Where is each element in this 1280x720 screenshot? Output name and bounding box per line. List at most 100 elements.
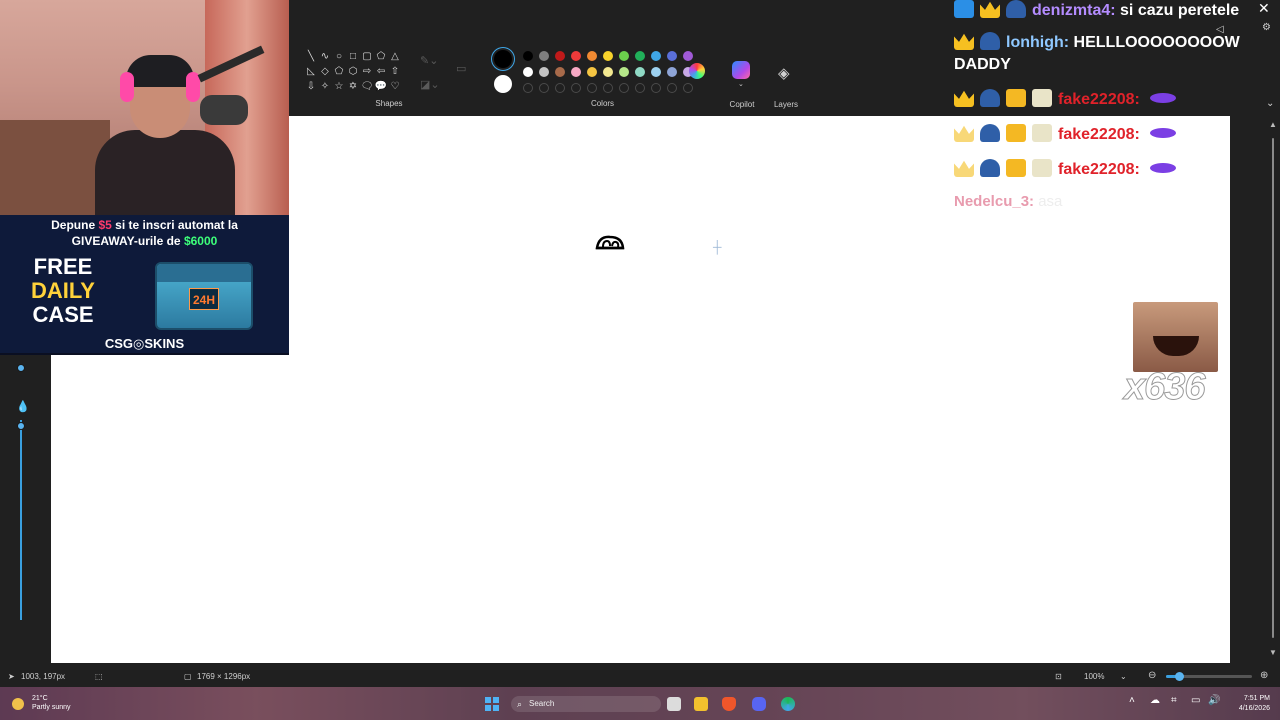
custom-color-slot[interactable] — [523, 83, 533, 93]
right-arrow-shape-icon[interactable]: ⇨ — [360, 65, 374, 79]
color-swatch[interactable] — [555, 51, 565, 61]
color-swatch[interactable] — [587, 51, 597, 61]
color-swatch[interactable] — [603, 67, 613, 77]
tray-chevron-icon[interactable]: ˄ — [1129, 695, 1135, 706]
custom-color-slot[interactable] — [603, 83, 613, 93]
color-swatch[interactable] — [603, 51, 613, 61]
windows-start-icon[interactable] — [485, 697, 499, 711]
scroll-thumb[interactable] — [1272, 138, 1274, 638]
color-swatch[interactable] — [555, 67, 565, 77]
color-swatch[interactable] — [635, 51, 645, 61]
diamond-shape-icon[interactable]: ◇ — [318, 65, 332, 79]
pentagon-shape-icon[interactable]: ⬠ — [332, 65, 346, 79]
scroll-up-icon[interactable]: ▲ — [1269, 120, 1277, 129]
color-swatch[interactable] — [539, 67, 549, 77]
curve-shape-icon[interactable]: ∿ — [318, 50, 332, 64]
shapes-gallery[interactable]: ╲ ∿ ○ □ ▢ ⬠ △ ◺ ◇ ⬠ ⬡ ⇨ ⇦ ⇧ ⇩ ✧ ☆ ✡ 🗨 💬 — [304, 50, 402, 94]
line-shape-icon[interactable]: ╲ — [304, 50, 318, 64]
brave-browser-icon[interactable] — [722, 697, 736, 711]
custom-color-slot[interactable] — [619, 83, 629, 93]
custom-color-slot[interactable] — [667, 83, 677, 93]
zoom-level-select[interactable]: 100% — [1084, 672, 1104, 681]
chat-collapse-chevron-icon[interactable]: ⌄ — [1266, 98, 1274, 109]
color-swatch[interactable] — [667, 51, 677, 61]
four-point-star-shape-icon[interactable]: ✧ — [318, 80, 332, 94]
color-swatch[interactable] — [571, 51, 581, 61]
triangle-shape-icon[interactable]: △ — [388, 50, 402, 64]
rounded-rectangle-shape-icon[interactable]: ▢ — [360, 50, 374, 64]
color-swatch[interactable] — [619, 51, 629, 61]
fill-icon[interactable]: ◪⌄ — [420, 78, 440, 91]
slider-knob[interactable] — [17, 422, 25, 430]
file-explorer-icon[interactable] — [694, 697, 708, 711]
chat-settings-icon[interactable]: ⚙ — [1262, 22, 1271, 33]
custom-color-slot[interactable] — [571, 83, 581, 93]
down-arrow-shape-icon[interactable]: ⇩ — [304, 80, 318, 94]
fit-to-window-icon[interactable]: ⊡ — [1055, 672, 1062, 681]
discord-icon[interactable] — [752, 697, 766, 711]
five-point-star-shape-icon[interactable]: ☆ — [332, 80, 346, 94]
shapes-more-icon[interactable]: ▭ — [456, 62, 466, 75]
outline-icon[interactable]: ✎⌄ — [420, 54, 438, 67]
custom-color-slot[interactable] — [635, 83, 645, 93]
zoom-dropdown-icon[interactable]: ⌄ — [1120, 672, 1127, 681]
hexagon-shape-icon[interactable]: ⬡ — [346, 65, 360, 79]
custom-color-slot[interactable] — [651, 83, 661, 93]
six-point-star-shape-icon[interactable]: ✡ — [346, 80, 360, 94]
chat-username: fake22208: — [1058, 91, 1140, 108]
opacity-drop-icon: 💧 — [16, 401, 30, 413]
color-swatch[interactable] — [539, 51, 549, 61]
scroll-down-icon[interactable]: ▼ — [1269, 648, 1277, 657]
color-swatch[interactable] — [523, 51, 533, 61]
custom-color-slot[interactable] — [555, 83, 565, 93]
volume-icon[interactable]: 🔊 — [1208, 695, 1220, 706]
edge-browser-icon[interactable] — [781, 697, 795, 711]
primary-color-swatch[interactable] — [494, 50, 512, 68]
heart-shape-icon[interactable]: ♡ — [388, 80, 402, 94]
zoom-in-icon[interactable]: ⊕ — [1260, 670, 1268, 681]
color-swatch[interactable] — [571, 67, 581, 77]
color-swatch[interactable] — [651, 51, 661, 61]
color-swatch[interactable] — [619, 67, 629, 77]
polygon-shape-icon[interactable]: ⬠ — [374, 50, 388, 64]
color-swatch[interactable] — [587, 67, 597, 77]
zoom-slider-knob[interactable] — [1174, 672, 1184, 681]
zoom-out-icon[interactable]: ⊖ — [1148, 670, 1156, 681]
callout-rect-shape-icon[interactable]: 🗨 — [360, 80, 374, 94]
network-icon[interactable]: ⌗ — [1171, 695, 1177, 706]
weather-temp: 21°C — [32, 695, 48, 702]
custom-color-slot[interactable] — [587, 83, 597, 93]
tray-app-icon[interactable]: ☁ — [1150, 695, 1160, 706]
zoom-slider[interactable] — [1166, 672, 1252, 681]
task-view-icon[interactable] — [667, 697, 681, 711]
slider-top-knob[interactable] — [17, 364, 25, 372]
chat-close-icon[interactable]: ✕ — [1258, 0, 1270, 17]
taskbar-search[interactable]: ⌕ Search — [511, 696, 661, 712]
taskbar-clock[interactable]: 7:51 PM 4/16/2026 — [1226, 694, 1270, 714]
custom-color-slot[interactable] — [683, 83, 693, 93]
left-arrow-shape-icon[interactable]: ⇦ — [374, 65, 388, 79]
copilot-dropdown-icon[interactable]: ⌄ — [738, 80, 744, 88]
right-triangle-shape-icon[interactable]: ◺ — [304, 65, 318, 79]
color-swatch[interactable] — [635, 67, 645, 77]
secondary-color-swatch[interactable] — [494, 75, 512, 93]
custom-color-slot[interactable] — [539, 83, 549, 93]
color-swatch[interactable] — [683, 51, 693, 61]
chat-text: HELLLOOOOOOOOW — [1073, 34, 1240, 51]
edit-colors-icon[interactable] — [689, 63, 705, 79]
weather-widget[interactable]: 21°C Partly sunny — [32, 694, 71, 712]
weather-sun-icon[interactable] — [12, 698, 24, 710]
color-swatch[interactable] — [523, 67, 533, 77]
color-swatch[interactable] — [651, 67, 661, 77]
vertical-scrollbar[interactable]: ▲ ▼ — [1269, 120, 1277, 660]
rectangle-shape-icon[interactable]: □ — [346, 50, 360, 64]
monitor-icon[interactable]: ▭ — [1191, 695, 1200, 706]
oval-shape-icon[interactable]: ○ — [332, 50, 346, 64]
layers-icon[interactable]: ◈ — [778, 64, 790, 82]
copilot-label: Copilot — [729, 100, 755, 109]
color-swatch[interactable] — [667, 67, 677, 77]
up-arrow-shape-icon[interactable]: ⇧ — [388, 65, 402, 79]
copilot-icon[interactable] — [732, 61, 750, 79]
chat-username: Nedelcu_3: — [954, 193, 1035, 210]
callout-oval-shape-icon[interactable]: 💬 — [374, 80, 388, 94]
